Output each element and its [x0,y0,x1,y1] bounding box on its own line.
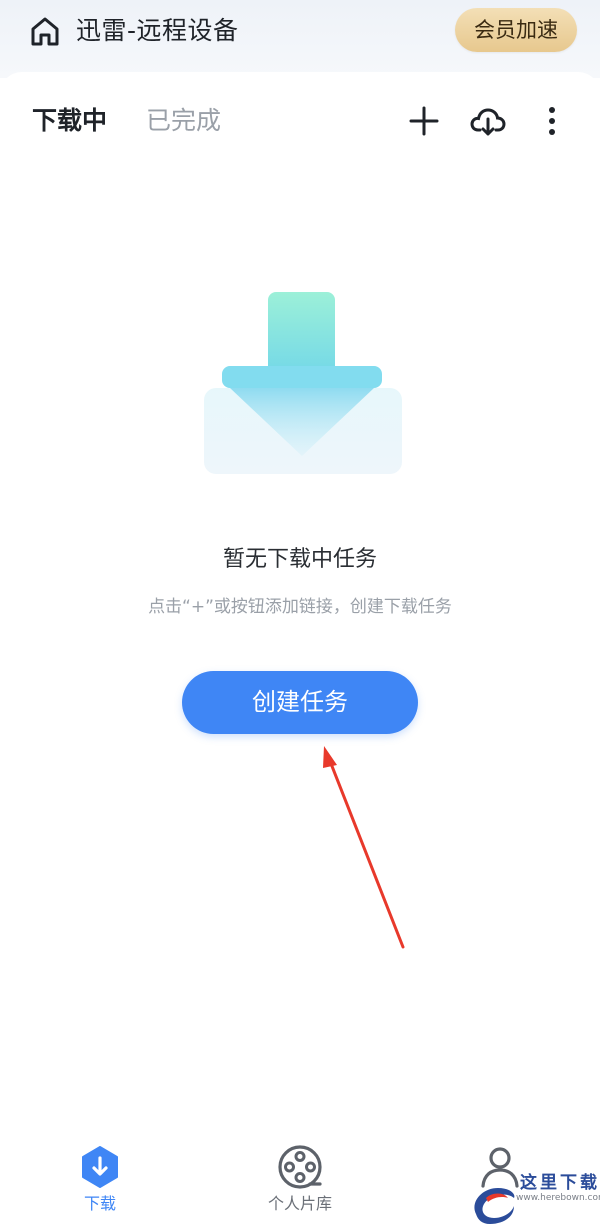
home-icon[interactable] [27,13,63,49]
download-icon [82,1146,118,1188]
empty-state-title: 暂无下载中任务 [222,547,377,572]
tab-completed[interactable]: 已完成 [146,103,221,139]
empty-download-illustration [204,292,402,474]
add-icon[interactable] [407,104,441,138]
app-title: 迅雷-远程设备 [76,16,239,45]
annotation-arrow [323,746,405,949]
create-task-button[interactable]: 创建任务 [182,671,418,734]
nav-item-download[interactable]: 下载 [30,1132,170,1227]
cloud-download-icon[interactable] [469,102,507,140]
nav-label-library: 个人片库 [267,1194,332,1213]
vip-speedup-button[interactable]: 会员加速 [455,8,577,52]
film-reel-icon [278,1145,322,1189]
nav-item-library[interactable]: 个人片库 [230,1132,370,1227]
empty-state-subtitle: 点击“+”或按钮添加链接，创建下载任务 [148,597,452,617]
nav-label-download: 下载 [83,1194,116,1213]
watermark-url: www.herebown.com [516,1193,600,1203]
watermark-text: 这里下载 [520,1173,600,1193]
more-icon[interactable] [540,104,574,138]
tab-downloading[interactable]: 下载中 [32,103,107,139]
